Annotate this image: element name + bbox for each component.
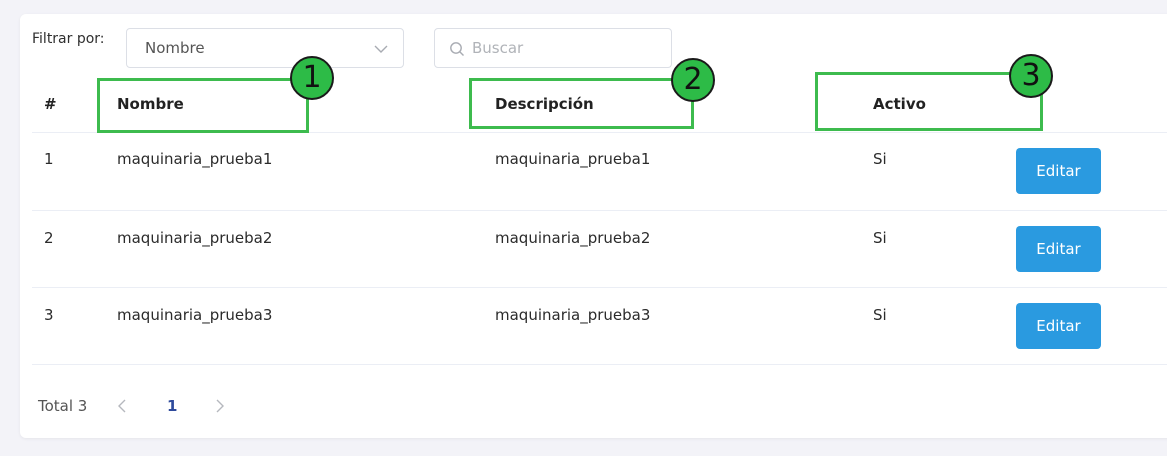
row-number: 2: [44, 229, 54, 247]
annotation-badge-2: 2: [671, 58, 715, 102]
row-descripcion: maquinaria_prueba1: [495, 150, 651, 168]
edit-button[interactable]: Editar: [1016, 303, 1101, 349]
row-descripcion: maquinaria_prueba2: [495, 229, 651, 247]
annotation-box-2: [469, 78, 694, 129]
column-header-number: #: [44, 95, 57, 113]
annotation-box-1: [97, 78, 309, 133]
annotation-badge-1: 1: [290, 56, 334, 100]
row-activo: Si: [873, 306, 887, 324]
row-nombre: maquinaria_prueba2: [117, 229, 273, 247]
search-input[interactable]: [472, 37, 662, 59]
search-field[interactable]: [434, 28, 672, 68]
annotation-badge-3: 3: [1009, 54, 1053, 98]
row-descripcion: maquinaria_prueba3: [495, 306, 651, 324]
edit-button[interactable]: Editar: [1016, 226, 1101, 272]
chevron-down-icon: [374, 45, 388, 53]
row-divider: [32, 210, 1167, 211]
chevron-left-icon[interactable]: [114, 397, 130, 415]
chevron-right-icon[interactable]: [212, 397, 228, 415]
row-activo: Si: [873, 150, 887, 168]
pagination-total: Total 3: [38, 397, 88, 415]
row-activo: Si: [873, 229, 887, 247]
filter-label: Filtrar por:: [32, 31, 105, 47]
row-divider: [32, 287, 1167, 288]
pagination-page-1[interactable]: 1: [167, 397, 177, 415]
filter-select-value: Nombre: [145, 39, 205, 57]
row-number: 1: [44, 150, 54, 168]
filter-select[interactable]: Nombre: [126, 28, 404, 68]
row-nombre: maquinaria_prueba1: [117, 150, 273, 168]
row-number: 3: [44, 306, 54, 324]
row-nombre: maquinaria_prueba3: [117, 306, 273, 324]
edit-button[interactable]: Editar: [1016, 148, 1101, 194]
search-icon: [450, 42, 464, 56]
row-divider: [32, 364, 1167, 365]
